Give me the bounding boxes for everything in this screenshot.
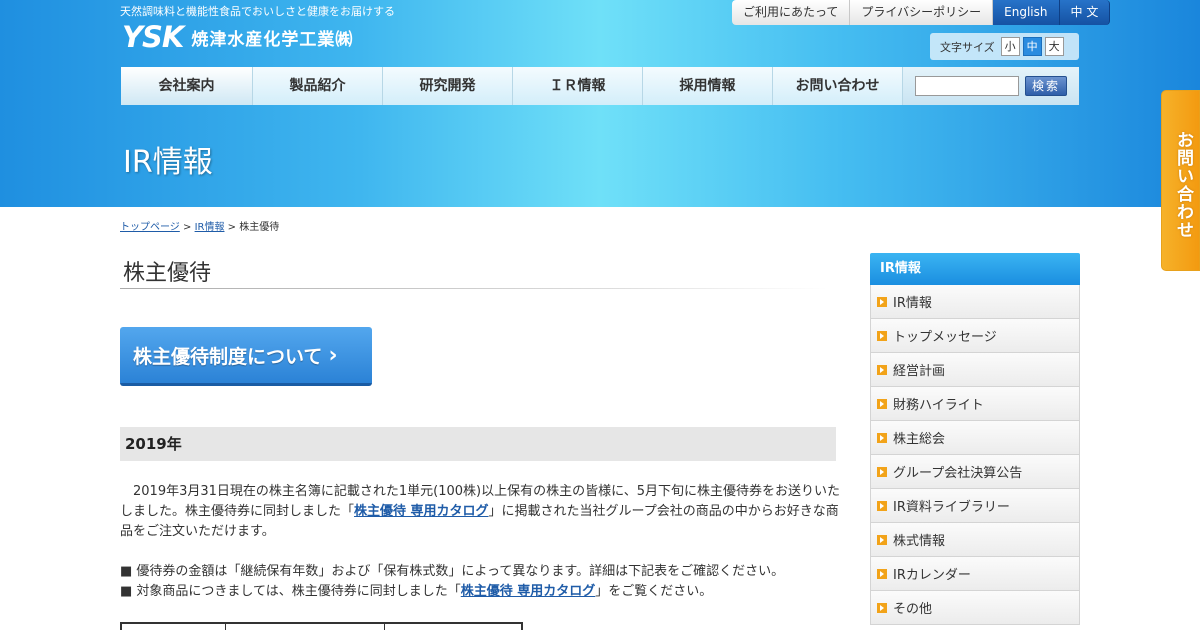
search-input[interactable] bbox=[915, 76, 1019, 96]
cta-label: 株主優待制度について bbox=[133, 345, 323, 368]
sidebar-item-label: 株主総会 bbox=[893, 432, 946, 447]
font-size-large-button[interactable]: 大 bbox=[1044, 37, 1064, 56]
note-text-end: 」をご覧ください。 bbox=[595, 584, 713, 599]
nav-ir[interactable]: ＩＲ情報 bbox=[513, 67, 643, 105]
sidebar-title[interactable]: IR情報 bbox=[870, 253, 1080, 285]
nav-products[interactable]: 製品紹介 bbox=[253, 67, 383, 105]
contact-side-tab-label: お問い合わせ bbox=[1173, 131, 1193, 239]
intro-paragraph: 2019年3月31日現在の株主名簿に記載された1単元(100株)以上保有の株主の… bbox=[120, 482, 840, 542]
sidebar-item-ir-library[interactable]: IR資料ライブラリー bbox=[870, 489, 1080, 523]
arrow-bullet-icon bbox=[877, 466, 887, 477]
sidebar-item-ir[interactable]: IR情報 bbox=[870, 285, 1080, 319]
breadcrumb: トップページ > IR情報 > 株主優待 bbox=[120, 218, 279, 233]
global-nav: 会社案内 製品紹介 研究開発 ＩＲ情報 採用情報 お問い合わせ 検索 bbox=[121, 67, 1079, 105]
arrow-bullet-icon bbox=[877, 296, 887, 307]
benefit-table bbox=[120, 622, 523, 630]
notes-list: ■ 優待券の金額は「継続保有年数」および「保有株式数」によって異なります。詳細は… bbox=[120, 562, 784, 602]
catalog-link-2[interactable]: 株主優待 専用カタログ bbox=[461, 584, 596, 599]
sidebar-item-label: IR資料ライブラリー bbox=[893, 500, 1010, 515]
sidebar-item-other[interactable]: その他 bbox=[870, 591, 1080, 625]
note-item: ■ 対象商品につきましては、株主優待券に同封しました「株主優待 専用カタログ」を… bbox=[120, 582, 784, 602]
main-heading: 株主優待 bbox=[123, 261, 212, 286]
contact-side-tab[interactable]: お問い合わせ bbox=[1161, 90, 1200, 271]
sidebar-item-label: その他 bbox=[893, 602, 933, 617]
year-heading: 2019年 bbox=[120, 427, 836, 461]
font-size-label: 文字サイズ bbox=[940, 40, 995, 54]
arrow-bullet-icon bbox=[877, 398, 887, 409]
heading-rule bbox=[120, 288, 828, 289]
utility-links: ご利用にあたって プライバシーポリシー English 中 文 bbox=[732, 0, 1111, 25]
breadcrumb-separator: > bbox=[183, 222, 192, 233]
logo-mark: YSK bbox=[122, 20, 184, 54]
site-logo[interactable]: YSK 焼津水産化学工業㈱ bbox=[122, 20, 353, 54]
note-text: ■ 対象商品につきましては、株主優待券に同封しました「 bbox=[120, 584, 461, 599]
table-cell bbox=[122, 624, 226, 630]
site-tagline: 天然調味料と機能性食品でおいしさと健康をお届けする bbox=[120, 5, 395, 18]
arrow-bullet-icon bbox=[877, 602, 887, 613]
header-band: 天然調味料と機能性食品でおいしさと健康をお届けする YSK 焼津水産化学工業㈱ … bbox=[0, 0, 1200, 207]
nav-company[interactable]: 会社案内 bbox=[121, 67, 253, 105]
breadcrumb-ir[interactable]: IR情報 bbox=[195, 222, 225, 233]
font-size-medium-button[interactable]: 中 bbox=[1022, 37, 1042, 56]
sidebar-item-label: 経営計画 bbox=[893, 364, 946, 379]
sidebar-item-label: グループ会社決算公告 bbox=[893, 466, 1023, 481]
arrow-bullet-icon bbox=[877, 568, 887, 579]
arrow-bullet-icon bbox=[877, 534, 887, 545]
chevron-right-icon: › bbox=[328, 342, 338, 368]
sidebar-item-label: 財務ハイライト bbox=[893, 398, 984, 413]
sidebar-item-label: トップメッセージ bbox=[893, 330, 997, 345]
sidebar-item-label: 株式情報 bbox=[893, 534, 946, 549]
sidebar-item-label: IR情報 bbox=[893, 296, 932, 311]
privacy-link[interactable]: プライバシーポリシー bbox=[850, 0, 994, 25]
company-name: 焼津水産化学工業㈱ bbox=[191, 29, 354, 50]
font-size-small-button[interactable]: 小 bbox=[1000, 37, 1020, 56]
table-cell bbox=[226, 624, 385, 630]
terms-link[interactable]: ご利用にあたって bbox=[732, 0, 851, 25]
arrow-bullet-icon bbox=[877, 432, 887, 443]
search-button[interactable]: 検索 bbox=[1025, 76, 1067, 96]
sidebar-item-group-announcements[interactable]: グループ会社決算公告 bbox=[870, 455, 1080, 489]
page-title: IR情報 bbox=[123, 145, 213, 180]
sidebar-item-shareholders-meeting[interactable]: 株主総会 bbox=[870, 421, 1080, 455]
arrow-bullet-icon bbox=[877, 364, 887, 375]
search-box: 検索 bbox=[903, 67, 1079, 105]
font-size-switcher: 文字サイズ 小 中 大 bbox=[930, 33, 1079, 60]
arrow-bullet-icon bbox=[877, 330, 887, 341]
nav-research[interactable]: 研究開発 bbox=[383, 67, 513, 105]
chinese-link[interactable]: 中 文 bbox=[1059, 0, 1111, 25]
sidebar-item-financial-highlights[interactable]: 財務ハイライト bbox=[870, 387, 1080, 421]
english-link[interactable]: English bbox=[993, 0, 1060, 25]
sidebar-item-label: IRカレンダー bbox=[893, 568, 971, 583]
sidebar-item-stock-info[interactable]: 株式情報 bbox=[870, 523, 1080, 557]
arrow-bullet-icon bbox=[877, 500, 887, 511]
sidebar-item-top-message[interactable]: トップメッセージ bbox=[870, 319, 1080, 353]
note-item: ■ 優待券の金額は「継続保有年数」および「保有株式数」によって異なります。詳細は… bbox=[120, 564, 785, 579]
sidebar-item-management-plan[interactable]: 経営計画 bbox=[870, 353, 1080, 387]
shareholder-benefit-button[interactable]: 株主優待制度について › bbox=[120, 327, 372, 386]
sidebar-item-ir-calendar[interactable]: IRカレンダー bbox=[870, 557, 1080, 591]
nav-contact[interactable]: お問い合わせ bbox=[773, 67, 903, 105]
nav-recruit[interactable]: 採用情報 bbox=[643, 67, 773, 105]
ir-sidebar: IR情報 IR情報 トップメッセージ 経営計画 財務ハイライト 株主総会 グルー… bbox=[870, 253, 1080, 625]
breadcrumb-home[interactable]: トップページ bbox=[120, 222, 180, 233]
breadcrumb-separator: > bbox=[227, 222, 237, 233]
catalog-link[interactable]: 株主優待 専用カタログ bbox=[354, 504, 489, 519]
breadcrumb-current: 株主優待 bbox=[239, 222, 280, 233]
